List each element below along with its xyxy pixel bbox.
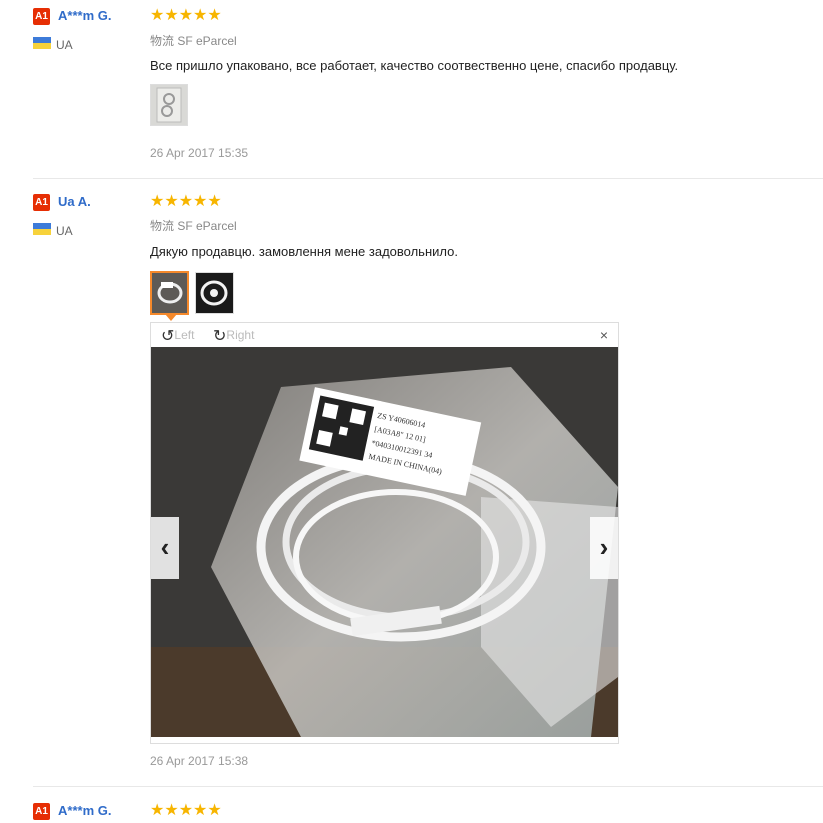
shipping-method: 物流 SF eParcel bbox=[150, 34, 237, 48]
ukraine-flag-icon bbox=[33, 223, 51, 235]
ukraine-flag-icon bbox=[33, 37, 51, 49]
rotate-right-icon: ↻ bbox=[213, 328, 227, 345]
cable-bag-thumbnail-icon bbox=[151, 85, 187, 125]
previous-photo-button[interactable]: ‹ bbox=[151, 517, 179, 579]
rotate-right-button[interactable]: ↻Right bbox=[213, 326, 254, 346]
rotate-left-icon: ↺ bbox=[161, 328, 175, 345]
review-divider bbox=[33, 178, 823, 179]
buyer-name[interactable]: Ua A. bbox=[58, 194, 91, 209]
buyer-name[interactable]: A***m G. bbox=[58, 803, 111, 818]
rating-stars: ★★★★★ bbox=[150, 7, 222, 24]
next-photo-button[interactable]: › bbox=[590, 517, 618, 579]
review-photo-thumbnail[interactable] bbox=[195, 272, 234, 314]
review-date: 26 Apr 2017 15:35 bbox=[150, 146, 249, 160]
cable-in-bag-photo: ZS Y40606014 [A03A8" 12 01] *04031001239… bbox=[151, 347, 618, 737]
cable-coil-thumbnail-icon bbox=[196, 273, 233, 313]
review-photo-thumbnail[interactable] bbox=[150, 84, 188, 126]
review-date: 26 Apr 2017 15:38 bbox=[150, 754, 249, 768]
review-text: Дякую продавцю. замовлення мене задоволь… bbox=[150, 244, 458, 259]
rating-stars: ★★★★★ bbox=[150, 193, 222, 210]
buyer-country: UA bbox=[56, 38, 73, 52]
review-photo-large: ZS Y40606014 [A03A8" 12 01] *04031001239… bbox=[151, 347, 618, 737]
cable-coil-thumbnail-icon bbox=[152, 273, 187, 313]
viewer-toolbar: ↺Left ↻Right × bbox=[151, 323, 618, 347]
buyer-name[interactable]: A***m G. bbox=[58, 8, 111, 23]
rotate-left-button[interactable]: ↺Left bbox=[161, 326, 194, 346]
close-icon[interactable]: × bbox=[600, 327, 608, 343]
shipping-method: 物流 SF eParcel bbox=[150, 219, 237, 233]
photo-viewer: ↺Left ↻Right × ZS Y40606014 [A03A8" 12 0… bbox=[150, 322, 619, 744]
rating-stars: ★★★★★ bbox=[150, 802, 222, 819]
buyer-level-badge: A1 bbox=[33, 194, 50, 211]
buyer-country: UA bbox=[56, 224, 73, 238]
review-photo-thumbnail-selected[interactable] bbox=[150, 271, 189, 315]
buyer-level-badge: A1 bbox=[33, 8, 50, 25]
buyer-level-badge: A1 bbox=[33, 803, 50, 820]
review-text: Все пришло упаковано, все работает, каче… bbox=[150, 58, 679, 73]
review-divider bbox=[33, 786, 823, 787]
selected-thumbnail-pointer bbox=[165, 314, 177, 321]
